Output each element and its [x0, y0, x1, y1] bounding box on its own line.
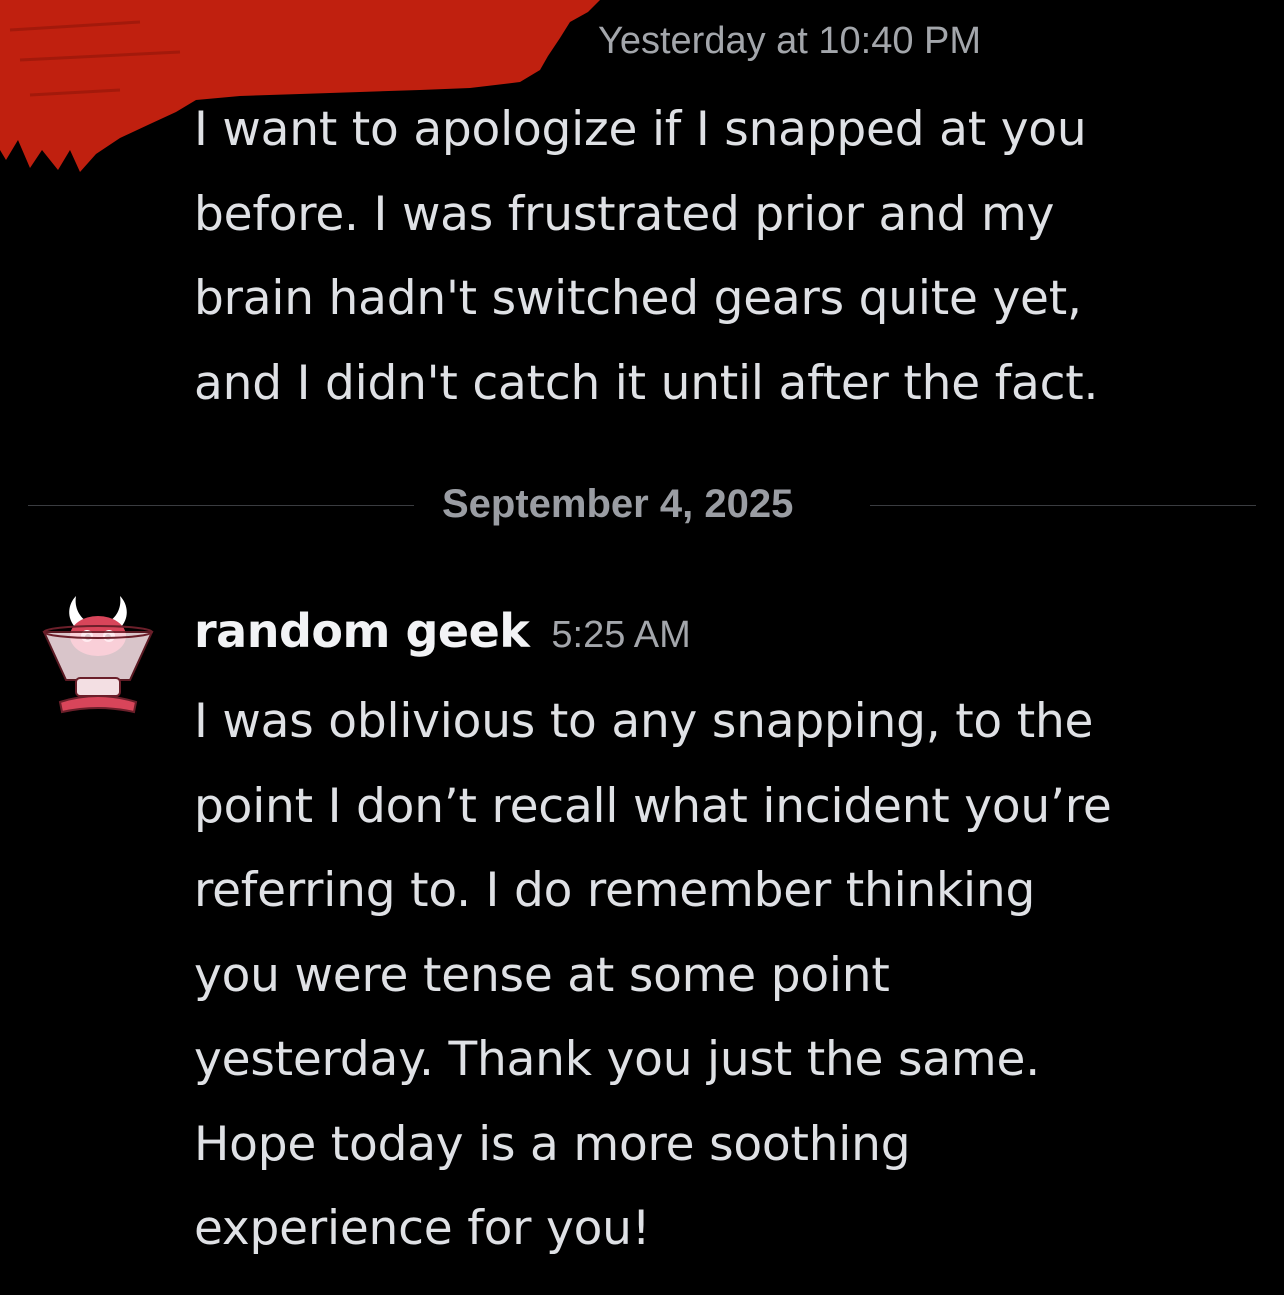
message-line: I want to apologize if I snapped at you [194, 102, 1087, 157]
message-line: you were tense at some point [194, 947, 890, 1003]
author-name[interactable]: random geek [194, 604, 530, 658]
message-content: I want to apologize if I snapped at you … [194, 88, 1264, 426]
message-content: I was oblivious to any snapping, to the … [194, 680, 1274, 1272]
message-line: point I don’t recall what incident you’r… [194, 778, 1112, 834]
message-line: brain hadn't switched gears quite yet, [194, 271, 1082, 326]
message-line: yesterday. Thank you just the same. [194, 1032, 1040, 1087]
divider-line-left [28, 505, 414, 506]
message-line: before. I was frustrated prior and my [194, 186, 1055, 242]
message-timestamp: 5:25 AM [551, 614, 691, 656]
date-divider-label: September 4, 2025 [442, 482, 794, 526]
message-line: I was oblivious to any snapping, to the [194, 694, 1094, 749]
message-line: referring to. I do remember thinking [194, 863, 1036, 918]
message-line: and I didn't catch it until after the fa… [194, 355, 1099, 411]
devil-cone-avatar-icon[interactable] [38, 592, 158, 716]
divider-line-right [870, 505, 1256, 506]
message-line: Hope today is a more soothing [194, 1116, 911, 1172]
date-divider: September 4, 2025 [28, 478, 1256, 534]
message-line: experience for you! [194, 1201, 651, 1256]
message-timestamp: Yesterday at 10:40 PM [598, 20, 982, 62]
message-header: random geek 5:25 AM [194, 604, 691, 658]
